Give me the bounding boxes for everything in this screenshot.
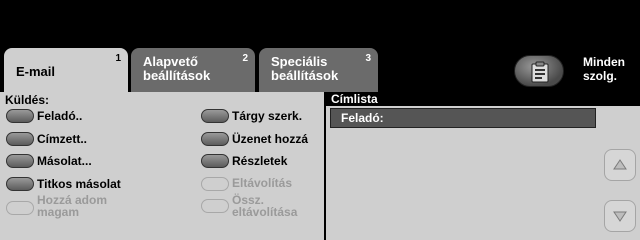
remove-all-option: Össz. eltávolítása (201, 194, 321, 220)
section-title: Küldés: (5, 93, 50, 107)
arrow-up-icon (613, 159, 627, 170)
tab-label: Speciális beállítások (271, 54, 339, 83)
option-label: Feladó.. (37, 109, 83, 123)
tab-number: 1 (115, 53, 121, 64)
services-icon (531, 61, 549, 83)
option-pill (201, 154, 229, 168)
tab-number: 2 (242, 53, 248, 64)
bcc-option[interactable]: Titkos másolat (6, 175, 156, 195)
address-list-header: Címlista (326, 92, 640, 106)
address-list-panel: Címlista Feladó: (326, 92, 640, 240)
tab-advanced-settings[interactable]: 3 Speciális beállítások (259, 48, 378, 92)
tab-label: Alapvető beállítások (143, 54, 211, 83)
option-pill (6, 154, 34, 168)
all-services-label: Minden szolg. (583, 55, 625, 83)
option-pill (201, 177, 229, 191)
option-label: Tárgy szerk. (232, 109, 303, 123)
subject-edit-option[interactable]: Tárgy szerk. (201, 107, 321, 127)
option-label: Eltávolítás (232, 176, 293, 190)
message-add-option[interactable]: Üzenet hozzá (201, 130, 321, 150)
option-pill (201, 132, 229, 146)
remove-option: Eltávolítás (201, 175, 321, 195)
option-label: Részletek (232, 154, 288, 168)
option-pill (6, 109, 34, 123)
option-pill (201, 109, 229, 123)
option-label: Üzenet hozzá (232, 132, 309, 146)
recipient-option[interactable]: Címzett.. (6, 130, 126, 150)
send-options-panel: Küldés: Feladó.. Címzett.. Másolat... Ti… (0, 92, 324, 240)
option-label: Titkos másolat (37, 177, 121, 191)
sender-option[interactable]: Feladó.. (6, 107, 126, 127)
option-label: Másolat... (37, 154, 92, 168)
scroll-up-button[interactable] (604, 149, 636, 181)
option-pill (201, 199, 229, 213)
tab-email[interactable]: 1 E-mail (4, 48, 128, 94)
option-pill (6, 132, 34, 146)
tab-basic-settings[interactable]: 2 Alapvető beállítások (131, 48, 255, 92)
arrow-down-icon (613, 211, 627, 222)
scroll-down-button[interactable] (604, 200, 636, 232)
option-label: Össz. eltávolítása (232, 193, 298, 219)
tab-number: 3 (365, 53, 371, 64)
option-label: Hozzá adom magam (37, 193, 108, 219)
option-pill (6, 201, 34, 215)
copy-option[interactable]: Másolat... (6, 152, 126, 172)
details-option[interactable]: Részletek (201, 152, 321, 172)
option-label: Címzett.. (37, 132, 88, 146)
list-item[interactable]: Feladó: (330, 108, 596, 128)
all-services-button[interactable] (514, 55, 564, 87)
add-me-option: Hozzá adom magam (6, 194, 126, 220)
tab-label: E-mail (16, 64, 56, 79)
option-pill (6, 177, 34, 191)
